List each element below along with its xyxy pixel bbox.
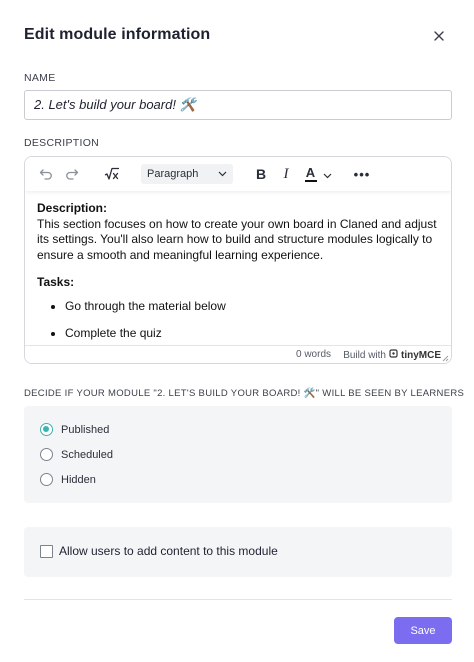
editor-statusbar: 0 words Build with tinyMCE xyxy=(25,345,451,363)
radio-hidden[interactable]: Hidden xyxy=(40,473,96,486)
save-button[interactable]: Save xyxy=(394,617,452,644)
allow-content-option[interactable]: Allow users to add content to this modul… xyxy=(40,544,278,558)
bold-button[interactable]: B xyxy=(253,165,269,183)
editor-content[interactable]: Description: This section focuses on how… xyxy=(37,201,441,354)
resize-handle-icon[interactable] xyxy=(441,354,449,362)
chevron-down-icon xyxy=(218,168,227,180)
description-label: DESCRIPTION xyxy=(24,137,100,149)
text-color-button[interactable]: A xyxy=(301,165,335,183)
undo-icon[interactable] xyxy=(37,165,55,183)
radio-button[interactable] xyxy=(40,423,53,436)
radio-button[interactable] xyxy=(40,473,53,486)
math-formula-icon[interactable] xyxy=(103,165,121,183)
text-color-swatch xyxy=(304,179,317,182)
name-label: NAME xyxy=(24,72,56,84)
radio-published[interactable]: Published xyxy=(40,423,109,436)
text-color-letter: A xyxy=(305,164,316,180)
radio-label: Scheduled xyxy=(61,448,113,461)
list-item: Go through the material below xyxy=(65,299,441,315)
list-item: Complete the quiz xyxy=(65,326,441,342)
tasks-heading: Tasks: xyxy=(37,275,75,289)
content-heading: Description: xyxy=(37,201,108,215)
italic-button[interactable]: I xyxy=(279,165,293,183)
modal-title: Edit module information xyxy=(24,26,211,43)
visibility-options: Published Scheduled Hidden xyxy=(24,406,452,503)
build-with-label: Build with xyxy=(343,349,386,361)
allow-content-label: Allow users to add content to this modul… xyxy=(59,544,278,558)
close-icon[interactable] xyxy=(430,27,448,45)
build-with-link[interactable]: Build with tinyMCE xyxy=(343,349,441,361)
allow-content-checkbox[interactable] xyxy=(40,544,53,558)
word-count: 0 words xyxy=(295,349,331,360)
content-paragraph: This section focuses on how to create yo… xyxy=(37,216,437,262)
tinymce-logo-icon xyxy=(389,349,398,361)
editor-toolbar: Paragraph B I A ••• xyxy=(25,157,451,191)
more-icon[interactable]: ••• xyxy=(353,165,371,183)
tasks-list: Go through the material below Complete t… xyxy=(65,299,441,342)
block-format-select[interactable]: Paragraph xyxy=(141,164,233,184)
edit-module-modal: Edit module information NAME DESCRIPTION… xyxy=(0,0,474,662)
redo-icon[interactable] xyxy=(63,165,81,183)
radio-button[interactable] xyxy=(40,448,53,461)
radio-label: Hidden xyxy=(61,473,96,486)
radio-label: Published xyxy=(61,423,110,436)
description-editor[interactable]: Paragraph B I A ••• Description: This se… xyxy=(24,156,452,364)
brand-name: tinyMCE xyxy=(401,349,441,361)
allow-content-panel: Allow users to add content to this modul… xyxy=(24,527,452,577)
chevron-down-icon xyxy=(323,167,332,182)
visibility-label: DECIDE IF YOUR MODULE "2. LET'S BUILD YO… xyxy=(24,388,465,399)
module-name-input[interactable] xyxy=(24,90,452,120)
block-format-value: Paragraph xyxy=(147,168,199,180)
footer-divider xyxy=(24,599,452,600)
radio-scheduled[interactable]: Scheduled xyxy=(40,448,113,461)
